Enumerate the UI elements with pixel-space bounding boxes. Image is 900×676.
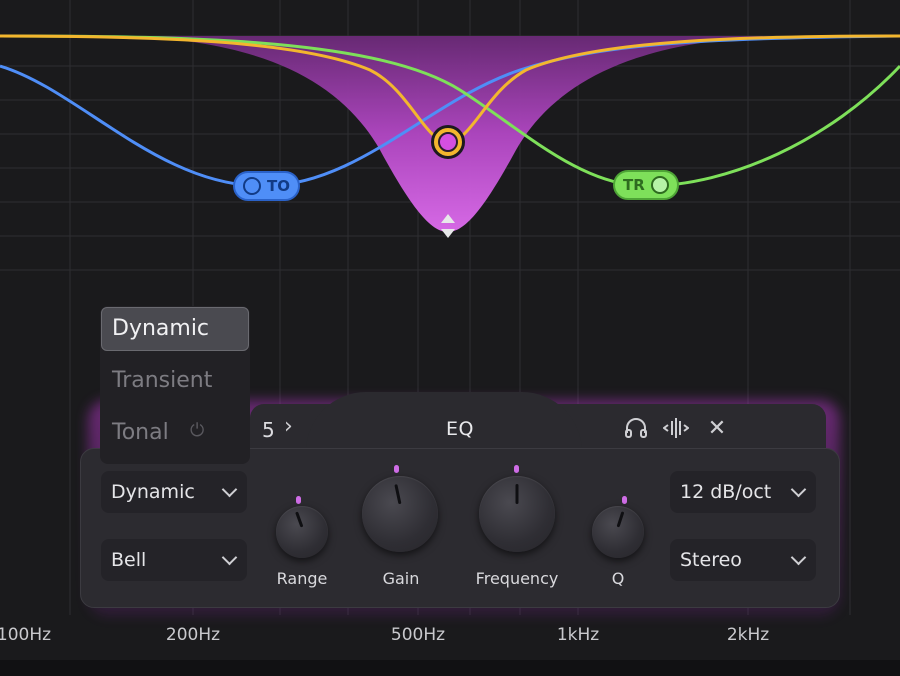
bottom-bar	[0, 660, 900, 676]
band-node-to[interactable]: TO	[233, 171, 300, 201]
frequency-knob-indicator	[514, 465, 519, 473]
band-number: 5	[262, 418, 275, 442]
arrow-up-icon	[441, 214, 455, 223]
gain-drag-handle[interactable]	[440, 214, 456, 248]
freq-label-500hz: 500Hz	[390, 625, 446, 645]
freq-label-1khz: 1kHz	[556, 625, 600, 645]
range-knob[interactable]	[276, 506, 328, 558]
node-ring-icon	[243, 177, 261, 195]
node-label-to: TO	[267, 177, 290, 195]
chevron-down-icon	[790, 549, 807, 566]
gain-knob[interactable]	[362, 476, 438, 552]
panel-title: EQ	[446, 418, 474, 440]
band-node-selected[interactable]	[431, 125, 465, 159]
gain-knob-indicator	[394, 465, 399, 473]
range-knob-indicator	[296, 496, 301, 504]
q-knob-label: Q	[611, 569, 625, 588]
frequency-knob[interactable]	[479, 476, 555, 552]
split-icon[interactable]	[662, 414, 690, 442]
headphones-icon[interactable]	[622, 414, 650, 442]
dropdown-option-dynamic[interactable]: Dynamic	[112, 316, 209, 341]
mode-select[interactable]: Dynamic	[101, 471, 247, 513]
freq-label-200hz: 200Hz	[165, 625, 221, 645]
stereo-select-value: Stereo	[680, 549, 742, 571]
node-label-tr: TR	[623, 176, 645, 194]
chevron-down-icon	[790, 481, 807, 498]
range-knob-label: Range	[276, 569, 328, 588]
chevron-down-icon	[221, 549, 238, 566]
shape-select-value: Bell	[111, 549, 147, 571]
stereo-select[interactable]: Stereo	[670, 539, 816, 581]
mode-select-value: Dynamic	[111, 481, 195, 503]
q-knob[interactable]	[592, 506, 644, 558]
gain-knob-label: Gain	[382, 569, 420, 588]
node-ring-icon	[651, 176, 669, 194]
dropdown-option-tonal[interactable]: Tonal	[112, 420, 169, 445]
freq-label-100hz: 100Hz	[0, 625, 52, 645]
next-band-icon[interactable]: ›	[284, 414, 293, 439]
freq-label-2khz: 2kHz	[726, 625, 770, 645]
chevron-down-icon	[221, 481, 238, 498]
power-icon: ⏻	[190, 420, 205, 441]
dropdown-option-transient[interactable]: Transient	[112, 368, 212, 393]
node-center-icon	[438, 132, 458, 152]
close-icon[interactable]: ✕	[703, 414, 731, 442]
frequency-knob-label: Frequency	[475, 569, 559, 588]
band-node-tr[interactable]: TR	[613, 170, 679, 200]
arrow-down-icon	[441, 229, 455, 238]
shape-select[interactable]: Bell	[101, 539, 247, 581]
slope-select-value: 12 dB/oct	[680, 481, 772, 503]
q-knob-indicator	[622, 496, 627, 504]
slope-select[interactable]: 12 dB/oct	[670, 471, 816, 513]
